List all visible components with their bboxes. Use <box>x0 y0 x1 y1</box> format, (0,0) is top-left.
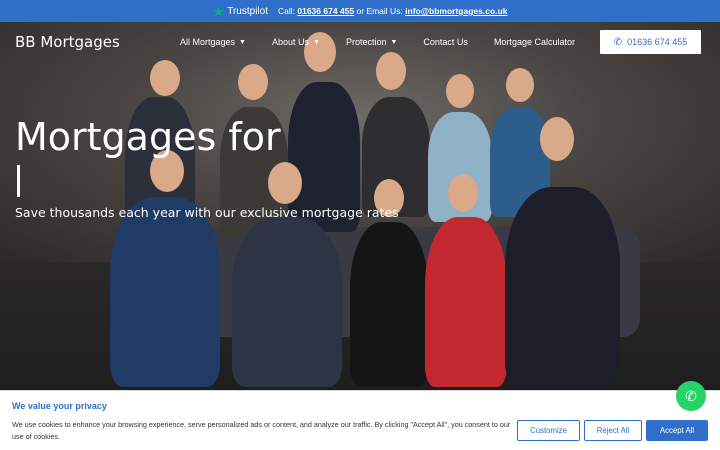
nav-item-label: Mortgage Calculator <box>493 37 575 47</box>
nav-item-label: Protection <box>345 37 387 47</box>
top-contact-bar: ★ Trustpilot Call: 01636 674 455 or Emai… <box>0 0 720 22</box>
nav-item-all-mortgages[interactable]: All Mortgages ▼ <box>180 37 246 47</box>
person-head <box>150 60 180 96</box>
person-figure <box>425 217 507 387</box>
person-head <box>268 162 302 204</box>
person-head <box>446 74 474 108</box>
star-icon: ★ <box>212 3 225 19</box>
person-head <box>448 174 478 212</box>
nav-item-contact-us[interactable]: Contact Us <box>423 37 468 47</box>
nav-item-about-us[interactable]: About Us ▼ <box>272 37 320 47</box>
chevron-down-icon: ▼ <box>313 38 320 46</box>
main-nav: BB Mortgages All Mortgages ▼ About Us ▼ … <box>0 22 720 62</box>
hero-subtitle: Save thousands each year with our exclus… <box>15 205 399 220</box>
phone-button[interactable]: ✆ 01636 674 455 <box>600 30 701 54</box>
person-head <box>238 64 268 100</box>
accept-all-button[interactable]: Accept All <box>646 420 708 441</box>
phone-button-label: 01636 674 455 <box>627 37 688 47</box>
cookie-title: We value your privacy <box>12 401 107 411</box>
person-figure <box>110 197 220 387</box>
customize-button[interactable]: Customize <box>517 420 580 441</box>
person-figure <box>350 222 428 387</box>
typing-cursor <box>17 165 20 197</box>
site-logo[interactable]: BB Mortgages <box>15 33 120 51</box>
chevron-down-icon: ▼ <box>239 38 246 46</box>
topbar-email-link[interactable]: info@bbmortgages.co.uk <box>405 6 507 16</box>
phone-icon: ✆ <box>613 36 623 48</box>
person-figure <box>505 187 620 387</box>
nav-menu: All Mortgages ▼ About Us ▼ Protection ▼ … <box>180 22 601 62</box>
cookie-banner: We value your privacy We use cookies to … <box>0 390 720 450</box>
whatsapp-button[interactable]: ✆ <box>676 381 706 411</box>
hero-headline: Mortgages for <box>15 115 281 159</box>
nav-item-mortgage-calculator[interactable]: Mortgage Calculator <box>494 37 575 47</box>
nav-item-label: All Mortgages <box>180 37 236 47</box>
trustpilot-badge[interactable]: ★ Trustpilot <box>213 5 268 18</box>
email-prefix: or Email Us: <box>356 6 403 16</box>
whatsapp-icon: ✆ <box>685 387 697 404</box>
cookie-text: We use cookies to enhance your browsing … <box>12 420 511 441</box>
person-figure <box>232 217 342 387</box>
topbar-phone-link[interactable]: 01636 674 455 <box>297 6 354 16</box>
call-prefix: Call: <box>277 6 295 16</box>
nav-item-label: Contact Us <box>423 37 468 47</box>
reject-all-button[interactable]: Reject All <box>584 420 642 441</box>
nav-item-label: About Us <box>271 37 309 47</box>
person-head <box>540 117 574 161</box>
trustpilot-label: Trustpilot <box>227 5 268 17</box>
person-head <box>506 68 534 102</box>
chevron-down-icon: ▼ <box>390 38 398 46</box>
contact-line: Call: 01636 674 455 or Email Us: info@bb… <box>278 6 507 16</box>
nav-item-protection[interactable]: Protection ▼ <box>346 37 397 47</box>
